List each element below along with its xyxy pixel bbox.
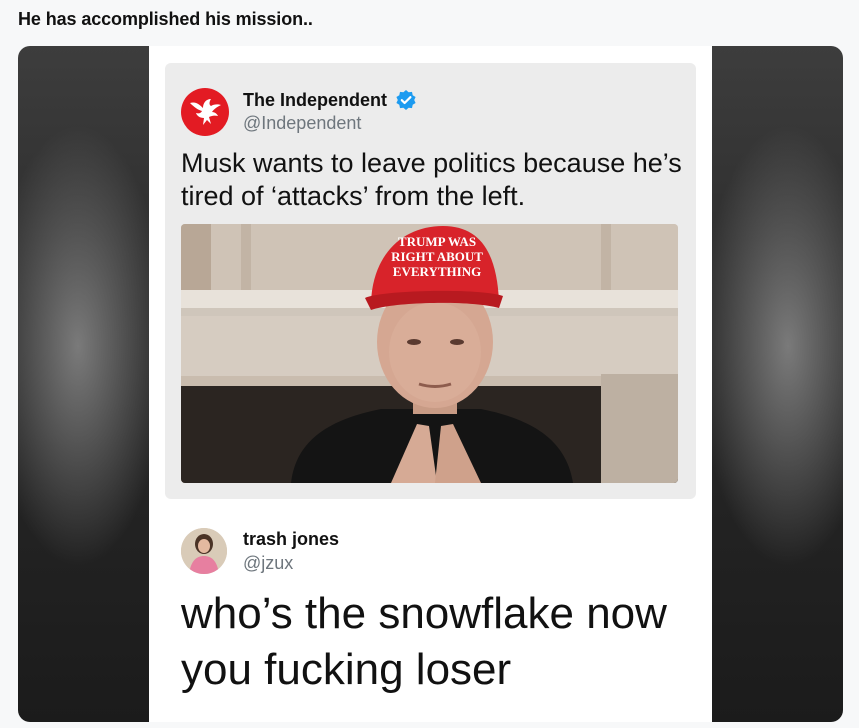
quoted-tweet-card: The Independent @Independent Musk wants … [165, 63, 696, 499]
reply-handle: @jzux [243, 553, 294, 573]
independent-avatar [181, 88, 229, 136]
hat-text-line-2: RIGHT ABOUT [391, 249, 483, 264]
hat-text-line-3: EVERYTHING [393, 264, 481, 279]
hat-text-line-1: TRUMP WAS [398, 234, 476, 249]
verified-badge-icon [396, 90, 416, 110]
reply-tweet-text: who’s the snowflake now you fucking lose… [181, 589, 667, 694]
quoted-display-name: The Independent [243, 89, 387, 110]
quoted-tweet-photo: TRUMP WAS RIGHT ABOUT EVERYTHING [181, 224, 678, 483]
quoted-tweet-text: Musk wants to leave politics because he’… [181, 148, 682, 211]
eagle-icon [190, 99, 221, 125]
profile-photo-icon [181, 528, 227, 574]
post-media[interactable]: The Independent @Independent Musk wants … [18, 46, 843, 722]
quoted-name-row: The Independent [243, 89, 417, 111]
quoted-handle: @Independent [243, 113, 362, 133]
reply-display-name: trash jones [243, 529, 340, 549]
tweet-screenshot: The Independent @Independent Musk wants … [149, 46, 712, 722]
reply-avatar [181, 528, 227, 574]
post: He has accomplished his mission.. The In… [0, 0, 859, 728]
post-title[interactable]: He has accomplished his mission.. [18, 9, 313, 30]
